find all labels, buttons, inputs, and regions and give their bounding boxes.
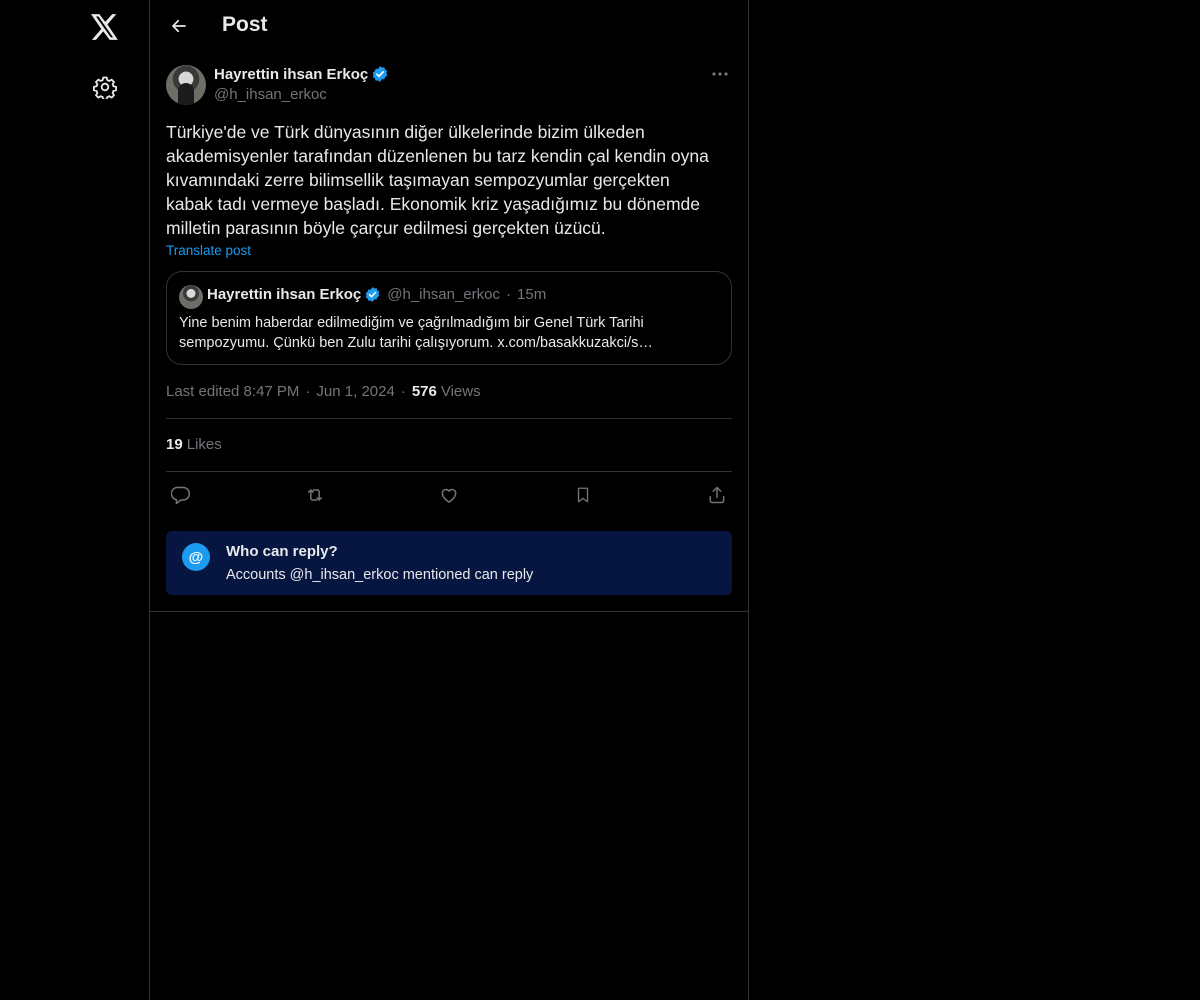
gear-icon[interactable]	[80, 62, 130, 112]
post: Hayrettin ihsan Erkoç @h_ihsan_erkoc Tür…	[166, 65, 732, 595]
views-count: 576	[411, 383, 437, 400]
quoted-author-name: Hayrettin ihsan Erkoç	[207, 286, 362, 303]
page-title: Post	[222, 13, 268, 36]
heart-icon[interactable]	[434, 481, 464, 509]
author-name-wrap: Hayrettin ihsan Erkoç	[214, 65, 389, 83]
share-icon[interactable]	[702, 481, 732, 509]
more-dots-icon[interactable]	[708, 64, 732, 84]
post-text: Türkiye'de ve Türk dünyasının diğer ülke…	[166, 122, 709, 238]
edited-timestamp[interactable]: Last edited 8:47 PM	[166, 383, 299, 400]
quoted-author-handle: @h_ihsan_erkoc	[387, 286, 501, 303]
author-handle[interactable]: @h_ihsan_erkoc	[214, 86, 327, 103]
page-header: Post	[150, 0, 748, 53]
quoted-separator: ·	[506, 286, 512, 303]
author-name[interactable]: Hayrettin ihsan Erkoç	[214, 66, 368, 83]
arrow-left-icon[interactable]	[162, 9, 196, 43]
divider	[166, 471, 732, 472]
post-meta: Last edited 8:47 PM · Jun 1, 2024 · 576 …	[166, 383, 481, 400]
verified-badge-icon[interactable]	[371, 65, 389, 83]
avatar[interactable]	[166, 65, 206, 105]
likes-count: 19	[166, 436, 183, 453]
divider	[166, 418, 732, 419]
likes-stat[interactable]: 19 Likes	[166, 436, 222, 453]
repost-icon[interactable]	[300, 481, 330, 509]
at-sign-icon: @	[182, 543, 210, 571]
post-date[interactable]: Jun 1, 2024	[316, 383, 394, 400]
quoted-post-header: Hayrettin ihsan Erkoç @h_ihsan_erkoc · 1…	[207, 286, 546, 303]
reply-restriction-subtitle: Accounts @h_ihsan_erkoc mentioned can re…	[226, 567, 534, 583]
reply-restriction-title: Who can reply?	[226, 543, 338, 560]
likes-label: Likes	[186, 436, 222, 453]
verified-badge-icon	[364, 286, 381, 303]
quoted-post-text: Yine benim haberdar edilmediğim ve çağrı…	[179, 315, 653, 351]
meta-separator: ·	[305, 383, 311, 400]
meta-separator: ·	[400, 383, 406, 400]
bookmark-icon[interactable]	[568, 481, 598, 509]
divider	[150, 611, 748, 612]
reply-icon[interactable]	[166, 481, 196, 509]
quoted-timestamp: 15m	[517, 286, 547, 303]
post-detail-column: Post Hayrettin ihsan Erkoç @h_ihsan_erko…	[149, 0, 749, 1000]
translate-post-link[interactable]: Translate post	[166, 243, 251, 258]
quoted-post[interactable]: Hayrettin ihsan Erkoç @h_ihsan_erkoc · 1…	[166, 271, 732, 365]
post-author-row: Hayrettin ihsan Erkoç @h_ihsan_erkoc	[166, 65, 732, 109]
x-logo-icon[interactable]	[80, 2, 130, 52]
reply-restriction-notice: @ Who can reply? Accounts @h_ihsan_erkoc…	[166, 531, 732, 595]
quoted-avatar	[179, 285, 203, 309]
sidebar	[0, 0, 150, 1000]
views-label: Views	[440, 383, 481, 400]
post-actions	[166, 481, 732, 509]
